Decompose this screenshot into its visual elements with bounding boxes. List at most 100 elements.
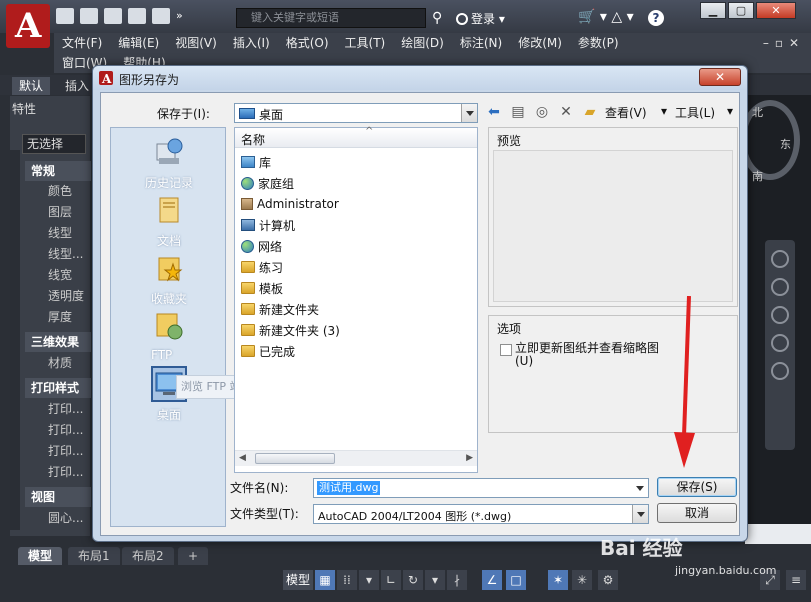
login-button[interactable]: 登录 ▾ bbox=[456, 10, 505, 27]
polar-dropdown-icon[interactable]: ▾ bbox=[425, 570, 445, 590]
horizontal-scrollbar[interactable]: ◀ ▶ bbox=[235, 450, 477, 466]
column-header-name[interactable]: 名称 ^ bbox=[235, 126, 477, 148]
save-as-icon[interactable] bbox=[128, 8, 146, 24]
list-item[interactable]: 家庭组 bbox=[241, 173, 294, 193]
filetype-dropdown[interactable]: AutoCAD 2004/LT2004 图形 (*.dwg) bbox=[313, 504, 649, 524]
search-input[interactable]: 键入关键字或短语 bbox=[236, 8, 426, 28]
menu-item[interactable]: 插入(I) bbox=[225, 33, 278, 53]
menu-item[interactable]: 修改(M) bbox=[510, 33, 570, 53]
command-line[interactable] bbox=[745, 524, 811, 544]
viewcube[interactable] bbox=[740, 100, 800, 180]
maximize-button[interactable]: ▢ bbox=[728, 2, 754, 19]
steering-wheel-icon[interactable] bbox=[771, 250, 789, 268]
customize-icon[interactable]: ≡ bbox=[786, 570, 806, 590]
document-window-controls[interactable]: –▫✕ bbox=[763, 36, 805, 50]
file-list[interactable]: 名称 ^ 库家庭组 Administrator 计算机 网络 练习 模板 新建文件夹 新建文件… bbox=[234, 126, 478, 473]
property-item[interactable]: 打印... bbox=[48, 421, 83, 438]
menu-item[interactable]: 视图(V) bbox=[167, 33, 225, 53]
place-favorites[interactable]: 收藏夹 bbox=[111, 252, 227, 307]
property-group-header[interactable]: 常规 bbox=[25, 161, 91, 181]
polar-icon[interactable]: ↻ bbox=[403, 570, 423, 590]
list-item[interactable]: 计算机 bbox=[241, 215, 295, 235]
list-item[interactable]: 已完成 bbox=[241, 341, 295, 361]
showmotion-icon[interactable] bbox=[771, 362, 789, 380]
pan-icon[interactable] bbox=[771, 278, 789, 296]
tab-insert[interactable]: 插入 bbox=[58, 77, 96, 95]
new-icon[interactable] bbox=[56, 8, 74, 24]
menu-item[interactable]: 格式(O) bbox=[278, 33, 337, 53]
menu-item[interactable]: 文件(F) bbox=[54, 33, 110, 53]
chevron-down-icon[interactable] bbox=[461, 104, 477, 122]
selection-dropdown[interactable]: 无选择 bbox=[22, 134, 86, 154]
tools-menu-arrow-icon[interactable]: ▾ bbox=[727, 104, 733, 118]
property-item[interactable]: 打印... bbox=[48, 463, 83, 480]
delete-icon[interactable]: ✕ bbox=[557, 103, 575, 121]
property-item[interactable]: 打印... bbox=[48, 442, 83, 459]
menu-item[interactable]: 参数(P) bbox=[570, 33, 627, 53]
update-thumbnail-label[interactable]: 立即更新图纸并查看缩略图(U) bbox=[515, 342, 665, 368]
tab-model[interactable]: 模型 bbox=[18, 547, 63, 565]
chevron-down-icon[interactable] bbox=[632, 505, 648, 523]
osnap-icon[interactable]: □ bbox=[506, 570, 526, 590]
minimize-button[interactable]: ▁ bbox=[700, 2, 726, 19]
property-group-header[interactable]: 三维效果 bbox=[25, 332, 91, 352]
tools-menu[interactable]: 工具(L) bbox=[675, 104, 715, 121]
menu-item[interactable]: 编辑(E) bbox=[110, 33, 167, 53]
place-ftp[interactable]: FTP bbox=[111, 310, 227, 362]
property-item[interactable]: 打印... bbox=[48, 400, 83, 417]
print-icon[interactable] bbox=[152, 8, 170, 24]
cancel-button[interactable]: 取消 bbox=[657, 503, 737, 523]
open-icon[interactable] bbox=[80, 8, 98, 24]
scroll-left-icon[interactable]: ◀ bbox=[239, 453, 246, 463]
save-icon[interactable] bbox=[104, 8, 122, 24]
cart-icon[interactable]: 🛒 ▾ △ ▾ bbox=[578, 9, 634, 25]
tab-layout2[interactable]: 布局2 bbox=[122, 547, 174, 565]
property-item[interactable]: 颜色 bbox=[48, 182, 72, 199]
add-layout-button[interactable]: + bbox=[178, 547, 209, 565]
view-menu-arrow-icon[interactable]: ▾ bbox=[661, 104, 667, 118]
back-icon[interactable]: ⬅ bbox=[485, 103, 503, 121]
tab-layout1[interactable]: 布局1 bbox=[68, 547, 120, 565]
list-item[interactable]: 模板 bbox=[241, 278, 283, 298]
property-item[interactable]: 线宽 bbox=[48, 266, 72, 283]
property-item[interactable]: 线型 bbox=[48, 224, 72, 241]
save-in-dropdown[interactable]: 桌面 bbox=[234, 103, 478, 123]
list-item[interactable]: 库 bbox=[241, 152, 271, 172]
property-group-header[interactable]: 打印样式 bbox=[25, 378, 91, 398]
list-item[interactable]: 网络 bbox=[241, 236, 282, 256]
place-history[interactable]: 历史记录 bbox=[111, 136, 227, 191]
property-group-header[interactable]: 视图 bbox=[25, 487, 91, 507]
snap-dropdown-icon[interactable]: ▾ bbox=[359, 570, 379, 590]
new-folder-icon[interactable]: ▰ bbox=[581, 103, 599, 121]
autocad-logo[interactable]: A bbox=[6, 4, 50, 48]
help-icon[interactable]: ? bbox=[648, 10, 664, 26]
menu-item[interactable]: 绘图(D) bbox=[393, 33, 452, 53]
more-icon[interactable]: » bbox=[176, 8, 183, 24]
tab-default[interactable]: 默认 bbox=[12, 77, 51, 95]
osnap-track-icon[interactable]: ∤ bbox=[447, 570, 467, 590]
annotation-icon[interactable]: ✶ bbox=[548, 570, 568, 590]
place-documents[interactable]: 文档 bbox=[111, 194, 227, 249]
property-item[interactable]: 线型... bbox=[48, 245, 83, 262]
filename-input[interactable]: 测试用.dwg bbox=[313, 478, 649, 498]
list-item[interactable]: 新建文件夹 (3) bbox=[241, 320, 340, 340]
grid-icon[interactable]: ▦ bbox=[315, 570, 335, 590]
menu-item[interactable]: 标注(N) bbox=[452, 33, 510, 53]
status-model[interactable]: 模型 bbox=[283, 570, 313, 590]
list-item[interactable]: 练习 bbox=[241, 257, 283, 277]
property-item[interactable]: 厚度 bbox=[48, 308, 72, 325]
list-item[interactable]: 新建文件夹 bbox=[241, 299, 319, 319]
isodraft-icon[interactable]: ∠ bbox=[482, 570, 502, 590]
snap-icon[interactable]: ⁞⁞ bbox=[337, 570, 357, 590]
up-folder-icon[interactable]: ▤ bbox=[509, 103, 527, 121]
update-thumbnail-checkbox[interactable] bbox=[500, 344, 512, 356]
dialog-title-bar[interactable]: A 图形另存为 ✕ bbox=[93, 66, 747, 90]
property-item[interactable]: 圆心... bbox=[48, 509, 83, 526]
list-item[interactable]: Administrator bbox=[241, 194, 339, 214]
menu-item[interactable]: 工具(T) bbox=[337, 33, 394, 53]
zoom-icon[interactable] bbox=[771, 306, 789, 324]
search-web-icon[interactable]: ◎ bbox=[533, 103, 551, 121]
save-button[interactable]: 保存(S) bbox=[657, 477, 737, 497]
scroll-right-icon[interactable]: ▶ bbox=[466, 453, 473, 463]
binoculars-icon[interactable]: ⚲ bbox=[432, 10, 442, 26]
